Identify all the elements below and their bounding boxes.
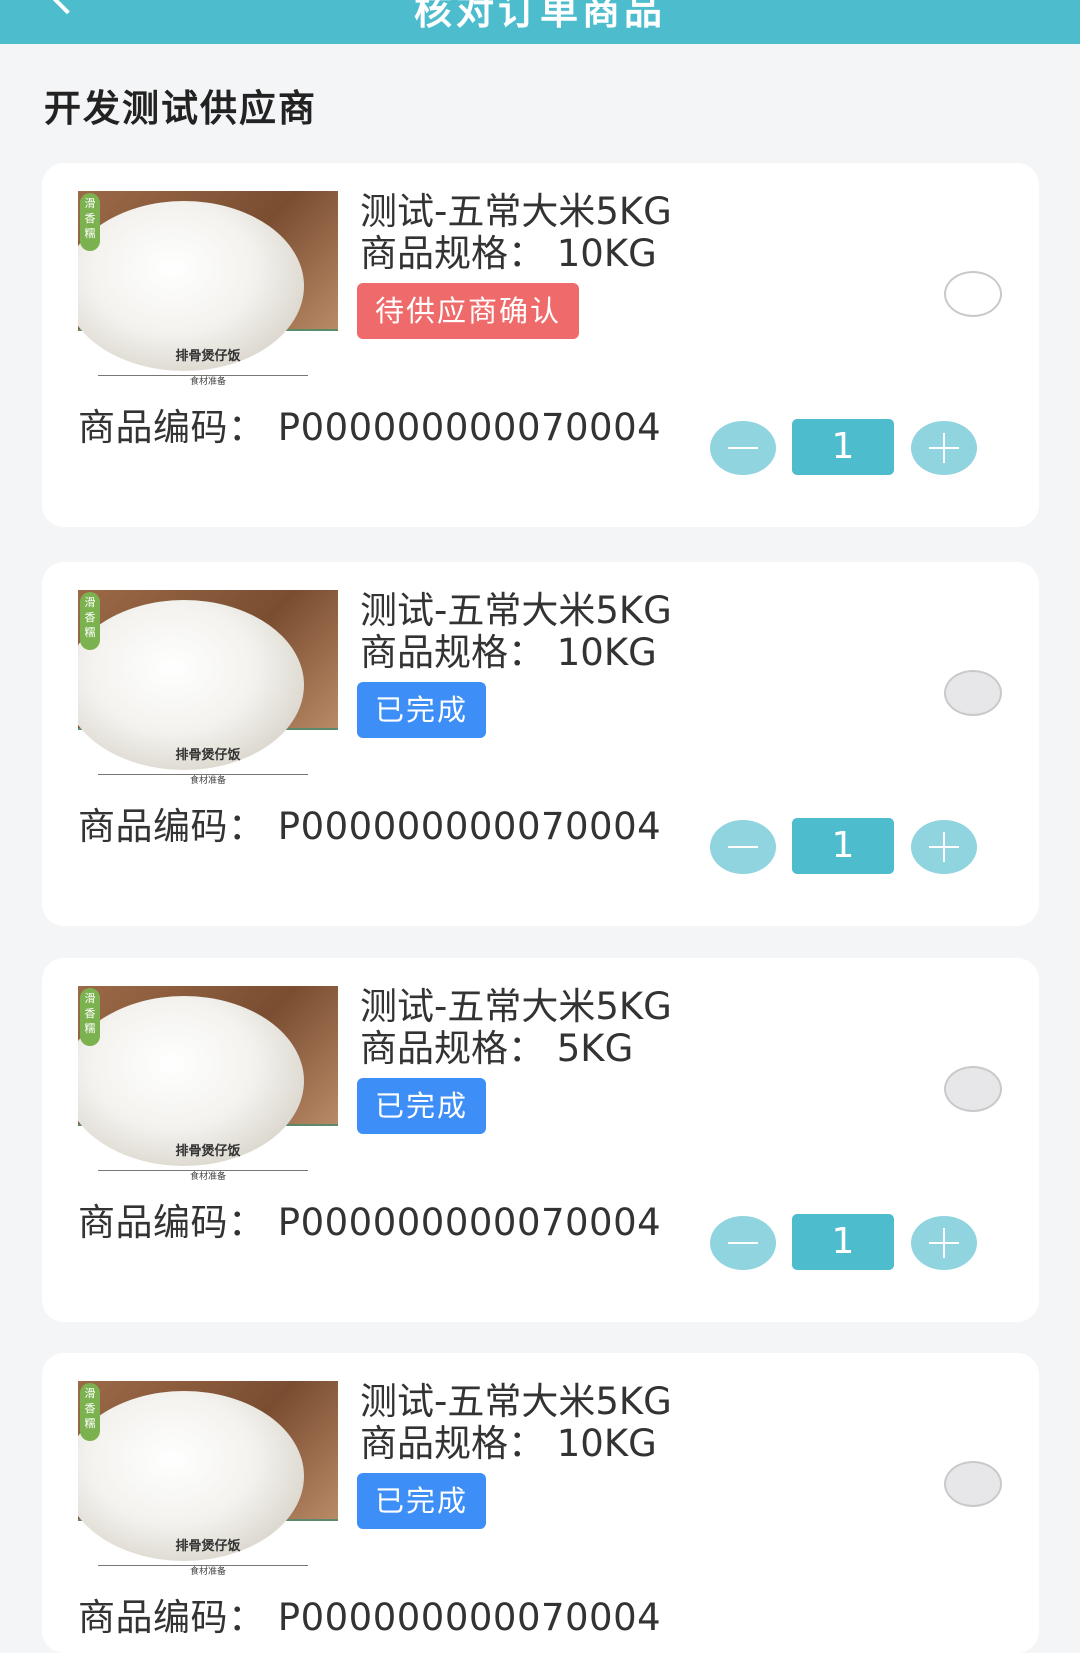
order-item-card: 滑香糯 排骨煲仔饭 食材准备 测试-五常大米5KG 商品规格： 5KG 已完成 …: [42, 958, 1039, 1322]
product-code: 商品编码： P000000000070004: [78, 1596, 662, 1639]
leaf-label: 滑香糯: [80, 988, 100, 1046]
image-caption: 排骨煲仔饭: [175, 1539, 241, 1554]
status-badge: 已完成: [357, 682, 487, 738]
select-radio[interactable]: [944, 1461, 1002, 1507]
page-title: 核对订单商品: [413, 0, 666, 33]
increase-button[interactable]: [911, 820, 977, 874]
quantity-field[interactable]: 1: [792, 419, 894, 475]
product-image: 滑香糯 排骨煲仔饭 食材准备: [78, 590, 338, 790]
order-item-card: 滑香糯 排骨煲仔饭 食材准备 测试-五常大米5KG 商品规格： 10KG 已完成…: [42, 1353, 1039, 1653]
product-name: 测试-五常大米5KG: [360, 985, 672, 1028]
image-caption: 排骨煲仔饭: [175, 1144, 241, 1159]
product-code: 商品编码： P000000000070004: [78, 1201, 662, 1244]
image-caption: 排骨煲仔饭: [175, 748, 241, 763]
product-spec: 商品规格： 10KG: [360, 232, 657, 275]
product-image: 滑香糯 排骨煲仔饭 食材准备: [78, 191, 338, 391]
leaf-label: 滑香糯: [80, 1383, 100, 1441]
supplier-name: 开发测试供应商: [44, 87, 317, 130]
product-spec: 商品规格： 5KG: [360, 1027, 634, 1070]
product-spec: 商品规格： 10KG: [360, 631, 657, 674]
increase-button[interactable]: [911, 1216, 977, 1270]
decrease-button[interactable]: [710, 421, 776, 475]
product-image: 滑香糯 排骨煲仔饭 食材准备: [78, 1381, 338, 1581]
status-badge: 已完成: [357, 1473, 487, 1529]
select-radio[interactable]: [944, 670, 1002, 716]
order-item-card: 滑香糯 排骨煲仔饭 食材准备 测试-五常大米5KG 商品规格： 10KG 已完成…: [42, 562, 1039, 926]
image-sub-caption: 食材准备: [78, 369, 338, 388]
image-caption: 排骨煲仔饭: [175, 349, 241, 364]
minus-icon: [728, 447, 758, 449]
status-badge: 待供应商确认: [357, 283, 580, 339]
quantity-stepper: 1: [710, 818, 978, 878]
product-name: 测试-五常大米5KG: [360, 1380, 672, 1423]
quantity-stepper: 1: [710, 1214, 978, 1274]
minus-icon: [728, 846, 758, 848]
product-name: 测试-五常大米5KG: [360, 190, 672, 233]
rice-photo: 滑香糯: [78, 986, 338, 1166]
order-item-card: 滑香糯 排骨煲仔饭 食材准备 测试-五常大米5KG 商品规格： 10KG 待供应…: [42, 163, 1039, 527]
product-code: 商品编码： P000000000070004: [78, 406, 662, 449]
leaf-label: 滑香糯: [80, 193, 100, 251]
status-badge: 已完成: [357, 1078, 487, 1134]
top-nav-bar: 核对订单商品: [0, 0, 1080, 44]
quantity-field[interactable]: 1: [792, 1214, 894, 1270]
product-spec: 商品规格： 10KG: [360, 1422, 657, 1465]
image-sub-caption: 食材准备: [78, 1164, 338, 1183]
select-radio[interactable]: [944, 1066, 1002, 1112]
image-sub-caption: 食材准备: [78, 1559, 338, 1578]
rice-photo: 滑香糯: [78, 191, 338, 371]
rice-photo: 滑香糯: [78, 1381, 338, 1561]
quantity-field[interactable]: 1: [792, 818, 894, 874]
leaf-label: 滑香糯: [80, 592, 100, 650]
product-name: 测试-五常大米5KG: [360, 589, 672, 632]
decrease-button[interactable]: [710, 1216, 776, 1270]
increase-button[interactable]: [911, 421, 977, 475]
decrease-button[interactable]: [710, 820, 776, 874]
product-code: 商品编码： P000000000070004: [78, 805, 662, 848]
image-sub-caption: 食材准备: [78, 768, 338, 787]
select-radio[interactable]: [944, 271, 1002, 317]
rice-photo: 滑香糯: [78, 590, 338, 770]
product-image: 滑香糯 排骨煲仔饭 食材准备: [78, 986, 338, 1186]
quantity-stepper: 1: [710, 419, 978, 479]
minus-icon: [728, 1242, 758, 1244]
